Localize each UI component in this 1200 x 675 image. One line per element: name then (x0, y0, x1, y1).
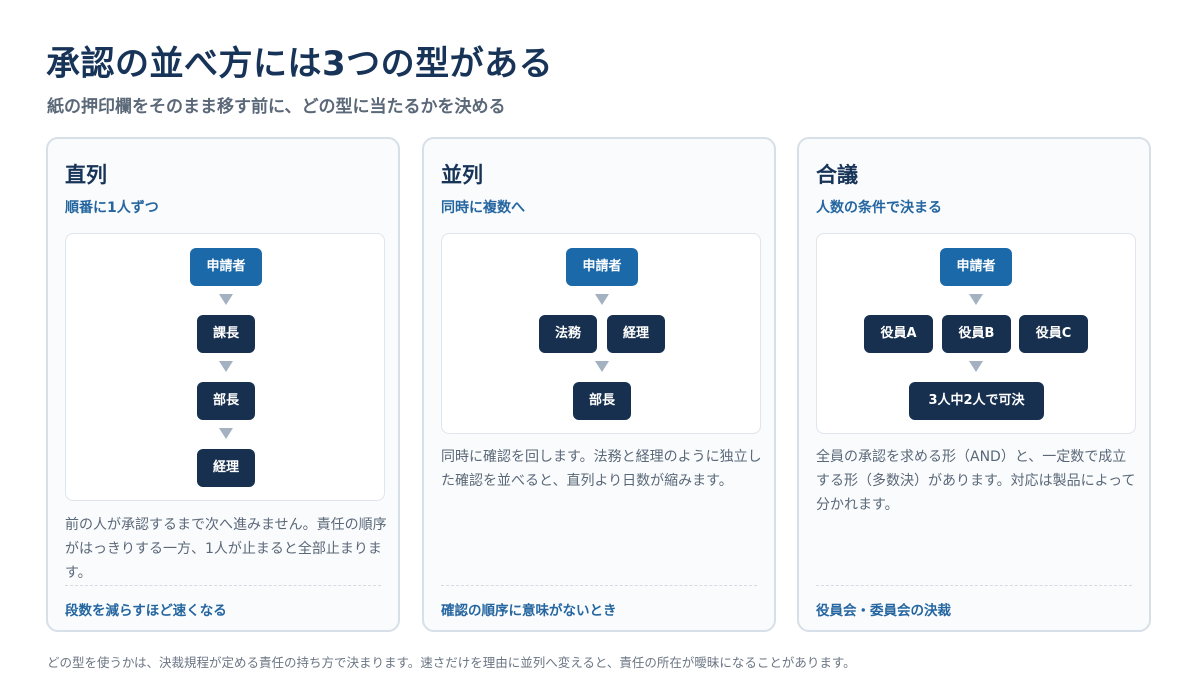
node-approver: 部長 (573, 382, 631, 420)
card-divider (816, 585, 1132, 586)
card-description: 前の人が承認するまで次へ進みません。責任の順序がはっきりする一方、1人が止まると… (65, 517, 387, 581)
node-approver: 法務 (539, 315, 597, 353)
card-subtitle: 人数の条件で決まる (816, 200, 942, 216)
node-approver: 部長 (197, 382, 255, 420)
arrow-down-icon (595, 361, 609, 372)
node-approver: 経理 (607, 315, 665, 353)
card-consensus: 合議 人数の条件で決まる 申請者 役員A 役員B 役員C 3人中2人で可決 全員… (797, 137, 1151, 632)
card-divider (441, 585, 757, 586)
card-divider (65, 585, 381, 586)
arrow-down-icon (219, 428, 233, 439)
arrow-down-icon (219, 294, 233, 305)
node-approver: 経理 (197, 449, 255, 487)
page-subtitle: 紙の押印欄をそのまま移す前に、どの型に当たるかを決める (47, 97, 506, 117)
arrow-down-icon (595, 294, 609, 305)
arrow-down-icon (219, 361, 233, 372)
card-title: 並列 (441, 163, 483, 187)
card-serial: 直列 順番に1人ずつ 申請者 課長 部長 経理 前の人が承認するまで次へ進みませ… (46, 137, 400, 632)
node-approver: 役員B (942, 315, 1011, 353)
card-description: 同時に確認を回します。法務と経理のように独立した確認を並べると、直列より日数が縮… (441, 449, 762, 489)
page-title: 承認の並べ方には3つの型がある (46, 44, 554, 84)
card-footer: 役員会・委員会の決裁 (816, 603, 951, 619)
card-subtitle: 同時に複数へ (441, 200, 525, 216)
card-title: 直列 (65, 163, 107, 187)
card-footer: 段数を減らすほど速くなる (65, 603, 227, 619)
node-applicant: 申請者 (940, 248, 1012, 286)
node-applicant: 申請者 (190, 248, 262, 286)
footnote: どの型を使うかは、決裁規程が定める責任の持ち方で決まります。速さだけを理由に並列… (47, 655, 856, 670)
node-applicant: 申請者 (566, 248, 638, 286)
card-parallel: 並列 同時に複数へ 申請者 法務 経理 部長 同時に確認を回します。法務と経理の… (422, 137, 776, 632)
flow-diagram: 申請者 課長 部長 経理 (65, 233, 385, 501)
node-approver: 役員C (1019, 315, 1088, 353)
card-title: 合議 (816, 163, 858, 187)
arrow-down-icon (969, 361, 983, 372)
card-description: 全員の承認を求める形（AND）と、一定数で成立する形（多数決）があります。対応は… (816, 449, 1136, 513)
card-footer: 確認の順序に意味がないとき (441, 603, 617, 619)
node-decision-rule: 3人中2人で可決 (909, 382, 1044, 420)
flow-diagram: 申請者 法務 経理 部長 (441, 233, 761, 434)
arrow-down-icon (969, 294, 983, 305)
node-approver: 役員A (864, 315, 933, 353)
node-approver: 課長 (197, 315, 255, 353)
flow-diagram: 申請者 役員A 役員B 役員C 3人中2人で可決 (816, 233, 1136, 434)
card-subtitle: 順番に1人ずつ (65, 200, 159, 216)
